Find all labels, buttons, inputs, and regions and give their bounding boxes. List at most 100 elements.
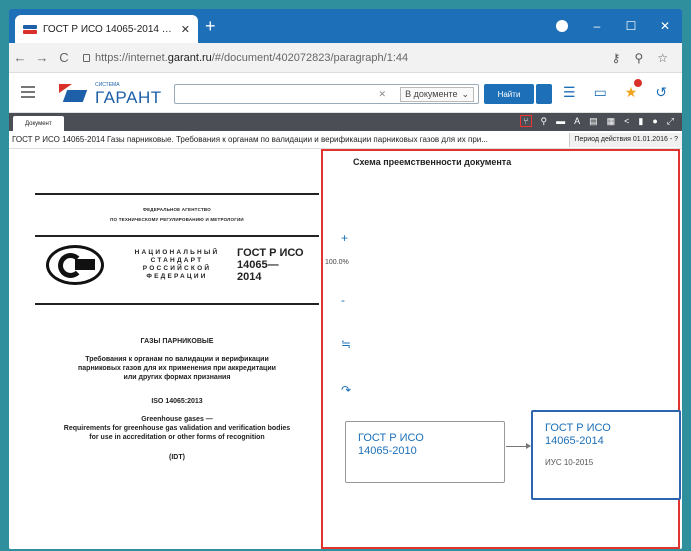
bookmark-star-icon[interactable]: ☆ bbox=[657, 51, 668, 65]
nat-std-line: РОССИЙСКОЙ bbox=[142, 265, 212, 272]
divider bbox=[35, 193, 319, 195]
node-line: ГОСТ Р ИСО bbox=[358, 432, 424, 444]
subtitle-en-2: for use in accreditation or other forms … bbox=[89, 434, 265, 441]
minimize-button[interactable]: – bbox=[580, 19, 614, 33]
window-controls: – ☐ ✕ bbox=[544, 9, 682, 43]
tab-document[interactable]: Документ bbox=[13, 116, 64, 131]
address-bar: ← → C https://internet.garant.ru/#/docum… bbox=[9, 43, 682, 73]
address-tools: ⚷ ⚲ ☆ bbox=[612, 51, 668, 65]
clear-search-icon[interactable]: ✕ bbox=[379, 89, 387, 100]
record-indicator-icon bbox=[556, 20, 568, 32]
zoom-value: 100.0% bbox=[325, 259, 349, 266]
succession-scheme-panel: Схема преемственности документа + 100.0%… bbox=[321, 149, 681, 549]
new-tab-button[interactable]: + bbox=[205, 17, 216, 35]
bookmark-icon[interactable]: ▮ bbox=[638, 116, 643, 127]
layout-toggle-icon[interactable]: ≒ bbox=[341, 337, 351, 351]
gost-number-line: 14065— bbox=[237, 259, 279, 271]
compare-icon[interactable]: ▬ bbox=[556, 116, 565, 126]
notification-dot-icon bbox=[634, 79, 643, 87]
search-scope-value: В документе bbox=[405, 89, 458, 99]
close-window-button[interactable]: ✕ bbox=[648, 19, 682, 33]
national-standard-label: НАЦИОНАЛЬНЫЙ СТАНДАРТ РОССИЙСКОЙ ФЕДЕРАЦ… bbox=[127, 249, 227, 281]
url-field[interactable]: https://internet.garant.ru/#/document/40… bbox=[83, 52, 612, 64]
gost-number-line: ГОСТ Р ИСО bbox=[237, 247, 304, 259]
favorites-star-icon[interactable]: ★ bbox=[625, 79, 643, 101]
scheme-node-current[interactable]: ГОСТ Р ИСО 14065-2014 ИУС 10-2015 bbox=[531, 410, 681, 500]
browser-window: ГОСТ Р ИСО 14065-2014 Газы п ✕ + – ☐ ✕ ←… bbox=[9, 9, 682, 549]
subtitle-en-1: Requirements for greenhouse gas validati… bbox=[63, 425, 291, 432]
nat-std-line: ФЕДЕРАЦИИ bbox=[146, 273, 208, 280]
gost-number-line: 2014 bbox=[237, 271, 262, 283]
url-prefix: https://internet. bbox=[95, 51, 168, 64]
subtitle-ru-2: парниковых газов для их применения при а… bbox=[78, 365, 276, 372]
scheme-node-previous[interactable]: ГОСТ Р ИСО 14065-2010 bbox=[345, 421, 505, 483]
document-title-line: ГОСТ Р ИСО 14065-2014 Газы парниковые. Т… bbox=[9, 131, 682, 149]
tab-title: ГОСТ Р ИСО 14065-2014 Газы п bbox=[43, 23, 175, 35]
nat-std-line: СТАНДАРТ bbox=[150, 257, 204, 264]
back-icon[interactable]: ← bbox=[9, 50, 31, 65]
idt-label: (IDT) bbox=[169, 454, 185, 461]
panel-heading: Схема преемственности документа bbox=[353, 157, 512, 167]
search-input[interactable]: ✕ В документе ⌄ bbox=[174, 84, 479, 104]
logo-name: ГАРАНТ bbox=[95, 88, 162, 107]
print-icon[interactable]: ▤ bbox=[589, 116, 598, 127]
gost-number: ГОСТ Р ИСО 14065— 2014 bbox=[237, 247, 317, 283]
title-en: Greenhouse gases — bbox=[141, 416, 213, 423]
document-toolbar: Документ ⑂ ⚲ ▬ A ▤ ▦ < ▮ ● ⤢ bbox=[9, 113, 682, 131]
zoom-out-button[interactable]: - bbox=[341, 293, 345, 307]
find-button[interactable]: Найти bbox=[484, 84, 534, 104]
screenshot-frame: ГОСТ Р ИСО 14065-2014 Газы п ✕ + – ☐ ✕ ←… bbox=[0, 0, 691, 551]
font-size-icon[interactable]: A bbox=[574, 116, 580, 126]
share-icon[interactable]: < bbox=[624, 116, 629, 126]
pin-icon[interactable]: ⚲ bbox=[541, 116, 548, 127]
subtitle-ru-3: или других формах признания bbox=[123, 374, 231, 381]
save-icon[interactable]: ▦ bbox=[607, 116, 616, 127]
garant-favicon-icon bbox=[23, 24, 37, 34]
divider bbox=[35, 303, 319, 305]
node-line: 14065-2010 bbox=[358, 445, 417, 457]
garant-logo-mark-icon bbox=[59, 84, 88, 102]
document-page: ФЕДЕРАЛЬНОЕ АГЕНТСТВО ПО ТЕХНИЧЕСКОМУ РЕ… bbox=[9, 149, 321, 549]
reload-icon[interactable]: C bbox=[53, 50, 75, 65]
forward-icon[interactable]: → bbox=[31, 50, 53, 65]
find-label: Найти bbox=[497, 89, 521, 99]
lock-icon bbox=[83, 53, 90, 62]
garant-logo[interactable]: СИСТЕМА ГАРАНТ bbox=[59, 82, 169, 107]
url-path: /#/document/402072823/paragraph/1:44 bbox=[211, 51, 409, 64]
garant-toolbar: СИСТЕМА ГАРАНТ ✕ В документе ⌄ Найти ☰ ▭ … bbox=[9, 73, 682, 113]
gost-emblem-icon bbox=[46, 245, 104, 285]
info-icon[interactable]: ● bbox=[652, 116, 657, 126]
document-tool-icons: ⑂ ⚲ ▬ A ▤ ▦ < ▮ ● ⤢ bbox=[520, 115, 674, 127]
nat-std-line: НАЦИОНАЛЬНЫЙ bbox=[134, 249, 220, 256]
filter-list-icon[interactable]: ☰ bbox=[563, 84, 576, 101]
agency-line-2: ПО ТЕХНИЧЕСКОМУ РЕГУЛИРОВАНИЮ И МЕТРОЛОГ… bbox=[110, 217, 244, 222]
tab-document-label: Документ bbox=[25, 120, 52, 127]
url-domain: garant.ru bbox=[167, 51, 212, 64]
expand-icon[interactable]: ⤢ bbox=[667, 116, 674, 127]
document-title: ГОСТ Р ИСО 14065-2014 Газы парниковые. Т… bbox=[12, 135, 488, 144]
menu-icon[interactable] bbox=[21, 86, 35, 98]
iso-reference: ISO 14065:2013 bbox=[151, 398, 203, 405]
user-cards-icon[interactable]: ▭ bbox=[594, 84, 607, 101]
subtitle-ru-1: Требования к органам по валидации и вери… bbox=[85, 356, 269, 363]
history-icon[interactable]: ↺ bbox=[655, 84, 667, 101]
zoom-search-icon[interactable]: ⚲ bbox=[634, 51, 643, 65]
search-scope-select[interactable]: В документе ⌄ bbox=[400, 86, 474, 102]
find-options-button[interactable] bbox=[536, 84, 552, 104]
node-sub-label: ИУС 10-2015 bbox=[545, 458, 594, 467]
close-tab-icon[interactable]: ✕ bbox=[181, 23, 190, 36]
divider bbox=[35, 235, 319, 237]
key-icon[interactable]: ⚷ bbox=[612, 51, 621, 65]
garant-toolbar-icons: ☰ ▭ ★ ↺ bbox=[563, 79, 667, 101]
validity-period[interactable]: Период действия 01.01.2016 - ? bbox=[569, 132, 682, 147]
succession-scheme-icon[interactable]: ⑂ bbox=[520, 115, 532, 127]
reset-view-icon[interactable]: ↷ bbox=[341, 383, 351, 397]
maximize-button[interactable]: ☐ bbox=[614, 19, 648, 33]
title-ru: ГАЗЫ ПАРНИКОВЫЕ bbox=[140, 338, 214, 345]
connector-arrow bbox=[506, 443, 531, 449]
zoom-in-button[interactable]: + bbox=[341, 231, 348, 245]
agency-line-1: ФЕДЕРАЛЬНОЕ АГЕНТСТВО bbox=[143, 207, 211, 212]
browser-tab[interactable]: ГОСТ Р ИСО 14065-2014 Газы п ✕ bbox=[15, 15, 198, 43]
browser-tab-bar: ГОСТ Р ИСО 14065-2014 Газы п ✕ + – ☐ ✕ bbox=[9, 9, 682, 43]
node-line: ГОСТ Р ИСО bbox=[545, 422, 611, 434]
